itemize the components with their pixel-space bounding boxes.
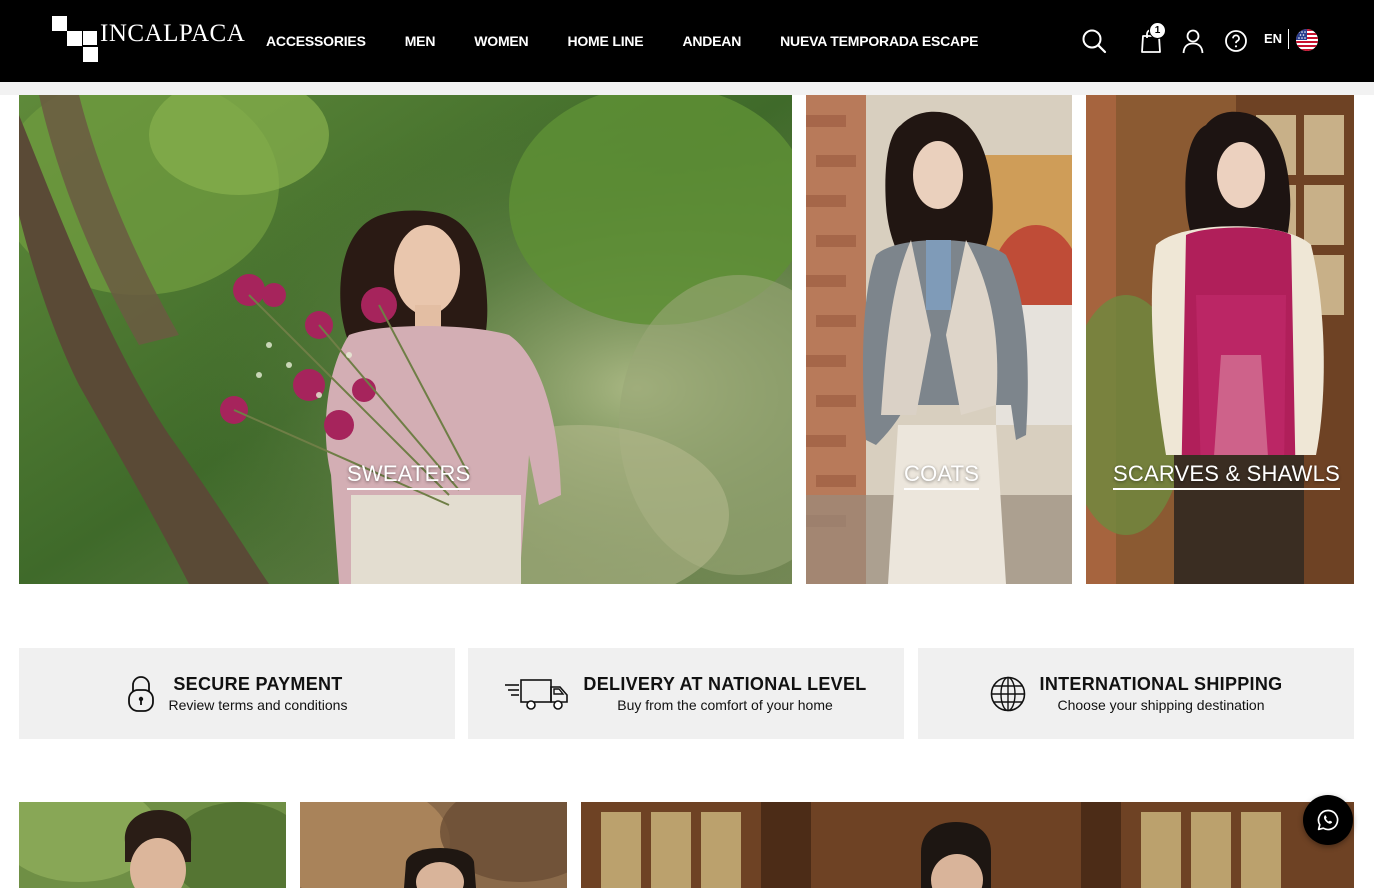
site-header: INCALPACA ACCESSORIES MEN WOMEN HOME LIN… — [0, 0, 1374, 82]
main-nav: ACCESSORIES MEN WOMEN HOME LINE ANDEAN N… — [266, 0, 978, 82]
cart-button[interactable]: 1 — [1136, 22, 1166, 58]
men-tile-2[interactable] — [300, 802, 567, 888]
feature-title: SECURE PAYMENT — [173, 674, 343, 694]
nav-item-home-line[interactable]: HOME LINE — [567, 33, 643, 49]
whatsapp-chat-button[interactable] — [1303, 795, 1353, 845]
nav-item-women[interactable]: WOMEN — [474, 33, 528, 49]
sweaters-photo — [19, 95, 792, 584]
scarves-shawls-photo — [1086, 95, 1354, 584]
logo-mark-icon — [52, 16, 100, 64]
feature-secure-payment[interactable]: SECURE PAYMENT Review terms and conditio… — [19, 648, 455, 739]
men-photo-1 — [19, 802, 286, 888]
nav-item-accessories[interactable]: ACCESSORIES — [266, 33, 366, 49]
category-label-coats[interactable]: COATS — [904, 461, 980, 490]
header-underline — [0, 82, 1374, 95]
category-label-scarves-shawls[interactable]: SCARVES & SHAWLS — [1113, 461, 1340, 490]
padlock-icon — [127, 675, 155, 713]
men-photo-3 — [581, 802, 1354, 888]
feature-title: DELIVERY AT NATIONAL LEVEL — [583, 674, 867, 694]
feature-subtitle: Review terms and conditions — [168, 697, 348, 713]
category-tile-sweaters[interactable]: SWEATERS — [19, 95, 792, 584]
globe-icon — [990, 676, 1026, 712]
feature-subtitle: Buy from the comfort of your home — [617, 697, 833, 713]
men-tile-1[interactable] — [19, 802, 286, 888]
feature-subtitle: Choose your shipping destination — [1057, 697, 1265, 713]
cart-count-badge: 1 — [1149, 22, 1166, 39]
coats-photo — [806, 95, 1072, 584]
nav-item-men[interactable]: MEN — [405, 33, 436, 49]
language-divider — [1288, 29, 1289, 49]
category-tile-coats[interactable]: COATS — [806, 95, 1072, 584]
user-icon[interactable] — [1178, 24, 1208, 58]
whatsapp-icon — [1317, 809, 1339, 831]
help-icon[interactable] — [1221, 24, 1251, 58]
language-selector[interactable]: EN — [1264, 31, 1282, 46]
men-photo-2 — [300, 802, 567, 888]
feature-national-delivery[interactable]: DELIVERY AT NATIONAL LEVEL Buy from the … — [468, 648, 904, 739]
search-icon[interactable] — [1079, 24, 1109, 58]
men-tile-3[interactable] — [581, 802, 1354, 888]
category-label-sweaters[interactable]: SWEATERS — [347, 461, 471, 490]
us-flag-icon[interactable] — [1296, 29, 1318, 51]
nav-item-nueva-temporada-escape[interactable]: NUEVA TEMPORADA ESCAPE — [780, 33, 978, 49]
feature-title: INTERNATIONAL SHIPPING — [1039, 674, 1283, 694]
delivery-truck-icon — [505, 677, 569, 711]
feature-international-shipping[interactable]: INTERNATIONAL SHIPPING Choose your shipp… — [918, 648, 1354, 739]
brand-logo[interactable]: INCALPACA — [52, 16, 245, 64]
category-tile-scarves-shawls[interactable]: SCARVES & SHAWLS — [1086, 95, 1354, 584]
nav-item-andean[interactable]: ANDEAN — [682, 33, 741, 49]
brand-name: INCALPACA — [100, 20, 246, 47]
